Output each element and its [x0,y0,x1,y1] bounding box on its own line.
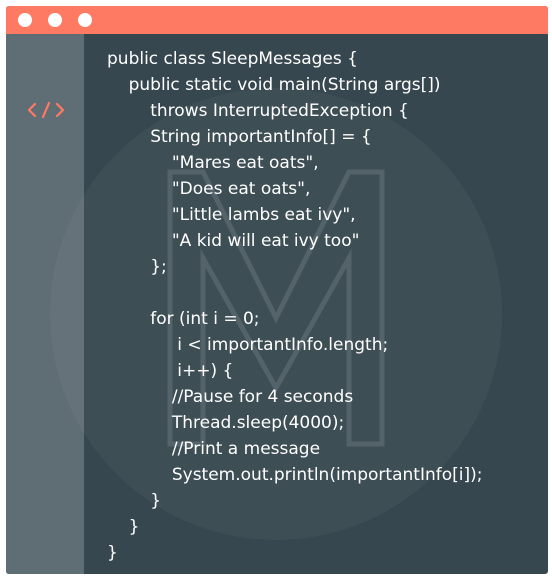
code-line: public static void main(String args[]) [107,75,441,95]
window-control-dot-1[interactable] [18,13,32,27]
code-line: //Pause for 4 seconds [107,387,354,407]
window-titlebar [6,6,548,34]
code-line: System.out.println(importantInfo[i]); [107,465,483,485]
code-line: throws InterruptedException { [107,101,409,121]
code-line: String importantInfo[] = { [107,127,372,147]
code-line: "Mares eat oats", [107,153,319,173]
code-line: "A kid will eat ivy too" [107,231,360,251]
code-line: } [107,491,162,511]
window-control-dot-2[interactable] [48,13,62,27]
code-line: public class SleepMessages { [107,49,358,69]
code-line: "Little lambs eat ivy", [107,205,356,225]
code-line: } [107,543,118,563]
window-control-dot-3[interactable] [78,13,92,27]
code-line: for (int i = 0; [107,309,260,329]
code-line: //Print a message [107,439,321,459]
code-line: Thread.sleep(4000); [107,413,345,433]
code-block: public class SleepMessages { public stat… [107,46,482,566]
code-line: }; [107,257,167,277]
code-line: "Does eat oats", [107,179,311,199]
code-line: } [107,517,140,537]
code-window: public class SleepMessages { public stat… [6,6,548,574]
code-line: i++) { [107,361,234,381]
code-line: i < importantInfo.length; [107,335,389,355]
